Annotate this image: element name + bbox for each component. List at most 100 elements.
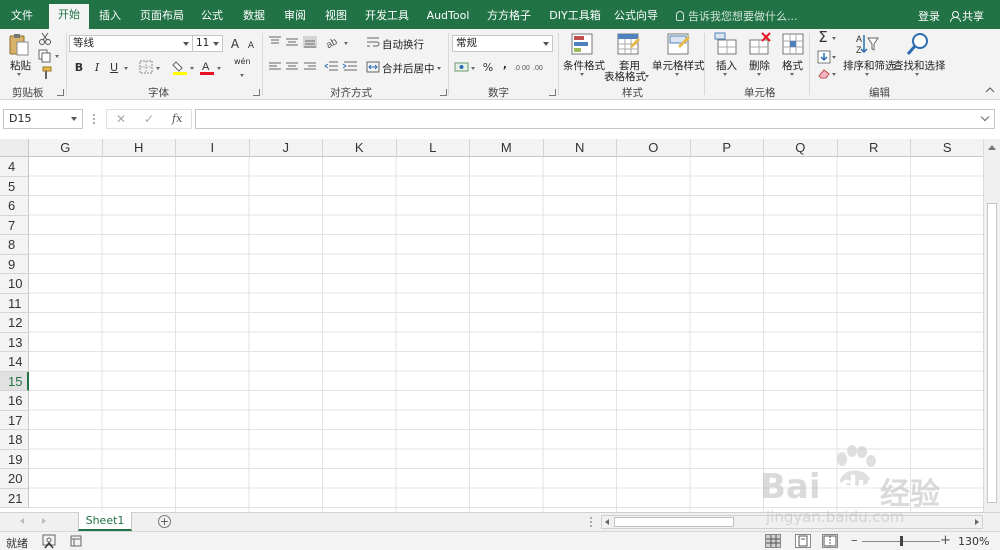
tell-me-search[interactable]: 告诉我您想要做什么... [676, 8, 798, 24]
column-header-o[interactable]: O [617, 139, 691, 157]
underline-dropdown-icon[interactable] [124, 67, 128, 70]
sort-filter-icon[interactable]: AZ [855, 32, 879, 56]
page-layout-view-button[interactable] [795, 534, 811, 548]
copy-icon[interactable] [38, 49, 52, 63]
zoom-level[interactable]: 130% [958, 535, 989, 548]
font-size-select[interactable]: 11 [192, 35, 223, 52]
paste-icon[interactable] [8, 33, 30, 57]
splitter-handle[interactable] [93, 114, 95, 124]
clear-icon[interactable] [817, 67, 831, 79]
row-header-19[interactable]: 19 [0, 449, 29, 469]
format-as-table-icon[interactable] [616, 32, 640, 56]
row-header-4[interactable]: 4 [0, 157, 29, 177]
column-header-q[interactable]: Q [764, 139, 838, 157]
cut-icon[interactable] [38, 32, 52, 46]
format-cells-button[interactable]: 格式 [782, 58, 803, 73]
add-sheet-button[interactable]: + [158, 515, 171, 528]
collapse-ribbon-icon[interactable] [985, 86, 995, 94]
phonetic-guide-button[interactable]: wén [234, 57, 251, 66]
zoom-out-button[interactable]: – [851, 533, 858, 548]
row-header-14[interactable]: 14 [0, 352, 29, 372]
tab-fangfang[interactable]: 方方格子 [484, 5, 534, 29]
row-header-12[interactable]: 12 [0, 313, 29, 333]
cell-area[interactable] [29, 157, 983, 512]
fill-dropdown-icon[interactable] [832, 56, 836, 59]
alignment-launcher-icon[interactable] [440, 89, 447, 96]
select-all-corner[interactable] [0, 139, 29, 157]
zoom-in-button[interactable]: + [940, 533, 951, 548]
format-dropdown-icon[interactable] [790, 73, 794, 76]
bold-button[interactable]: B [71, 60, 87, 76]
tab-splitter-handle[interactable] [590, 517, 592, 527]
cell-styles-button[interactable]: 单元格样式 [652, 58, 705, 73]
horizontal-align-icons[interactable] [268, 62, 318, 72]
paste-dropdown-icon[interactable] [17, 73, 21, 76]
autosum-dropdown-icon[interactable] [832, 37, 836, 40]
scroll-up-icon[interactable] [988, 145, 996, 150]
tab-audtool[interactable]: AudTool [422, 5, 474, 29]
decrease-decimal-icon[interactable]: .00 [533, 61, 551, 73]
decrease-font-size-button[interactable]: A [243, 38, 259, 54]
delete-dropdown-icon[interactable] [757, 73, 761, 76]
tab-developer[interactable]: 开发工具 [363, 5, 411, 29]
number-format-select[interactable]: 常规 [452, 35, 553, 52]
delete-cells-button[interactable]: 删除 [749, 58, 770, 73]
phonetic-dropdown-icon[interactable] [240, 74, 244, 77]
tab-file[interactable]: 文件 [4, 5, 40, 29]
column-header-m[interactable]: M [470, 139, 544, 157]
horizontal-scroll-thumb[interactable] [614, 517, 734, 527]
increase-font-size-button[interactable]: A [227, 36, 243, 52]
orientation-dropdown-icon[interactable] [344, 42, 348, 45]
row-header-6[interactable]: 6 [0, 196, 29, 216]
conditional-formatting-icon[interactable] [570, 32, 594, 56]
column-header-j[interactable]: J [249, 139, 323, 157]
font-launcher-icon[interactable] [253, 89, 260, 96]
merge-dropdown-icon[interactable] [437, 67, 441, 70]
scroll-left-icon[interactable] [605, 519, 609, 525]
sort-filter-button[interactable]: 排序和筛选 [843, 58, 896, 73]
wrap-text-button[interactable]: 自动换行 [382, 37, 424, 52]
enter-icon[interactable]: ✓ [144, 112, 154, 126]
previous-sheet-icon[interactable] [20, 518, 24, 524]
expand-formula-bar-icon[interactable] [980, 112, 990, 122]
column-header-g[interactable]: G [29, 139, 103, 157]
format-painter-icon[interactable] [38, 66, 52, 80]
accounting-format-icon[interactable] [454, 60, 470, 74]
row-header-7[interactable]: 7 [0, 215, 29, 235]
underline-button[interactable]: U [106, 60, 122, 76]
row-header-11[interactable]: 11 [0, 293, 29, 313]
column-header-s[interactable]: S [911, 139, 985, 157]
format-as-table-button-line2[interactable]: 表格格式 [604, 69, 646, 84]
accessibility-icon[interactable] [40, 534, 58, 549]
tab-data[interactable]: 数据 [236, 5, 272, 29]
find-select-icon[interactable] [906, 32, 930, 56]
orientation-icon[interactable]: ab [326, 35, 342, 49]
font-name-select[interactable]: 等线 [69, 35, 193, 52]
sort-dropdown-icon[interactable] [865, 73, 869, 76]
borders-icon[interactable] [139, 60, 153, 74]
indent-icons[interactable] [324, 61, 358, 73]
row-header-5[interactable]: 5 [0, 176, 29, 196]
page-break-view-button[interactable] [822, 534, 838, 548]
row-header-21[interactable]: 21 [0, 488, 29, 508]
macro-record-icon[interactable] [70, 535, 82, 547]
column-header-k[interactable]: K [323, 139, 397, 157]
row-header-9[interactable]: 9 [0, 254, 29, 274]
row-header-10[interactable]: 10 [0, 274, 29, 294]
merge-center-button[interactable]: 合并后居中 [382, 61, 435, 76]
insert-cells-icon[interactable] [714, 32, 738, 56]
format-cells-icon[interactable] [781, 32, 805, 56]
font-color-icon[interactable]: A [199, 59, 215, 75]
tab-diy-toolbox[interactable]: DIY工具箱 [545, 5, 605, 29]
font-color-dropdown-icon[interactable] [217, 67, 221, 70]
formula-input[interactable] [195, 109, 995, 129]
scroll-right-icon[interactable] [975, 519, 979, 525]
conditional-formatting-button[interactable]: 条件格式 [563, 58, 605, 73]
vertical-align-icons[interactable] [268, 36, 318, 48]
fill-color-icon[interactable] [172, 59, 188, 75]
column-header-h[interactable]: H [102, 139, 176, 157]
wrap-text-icon[interactable] [366, 37, 380, 49]
find-dropdown-icon[interactable] [915, 73, 919, 76]
column-header-r[interactable]: R [837, 139, 911, 157]
insert-cells-button[interactable]: 插入 [716, 58, 737, 73]
